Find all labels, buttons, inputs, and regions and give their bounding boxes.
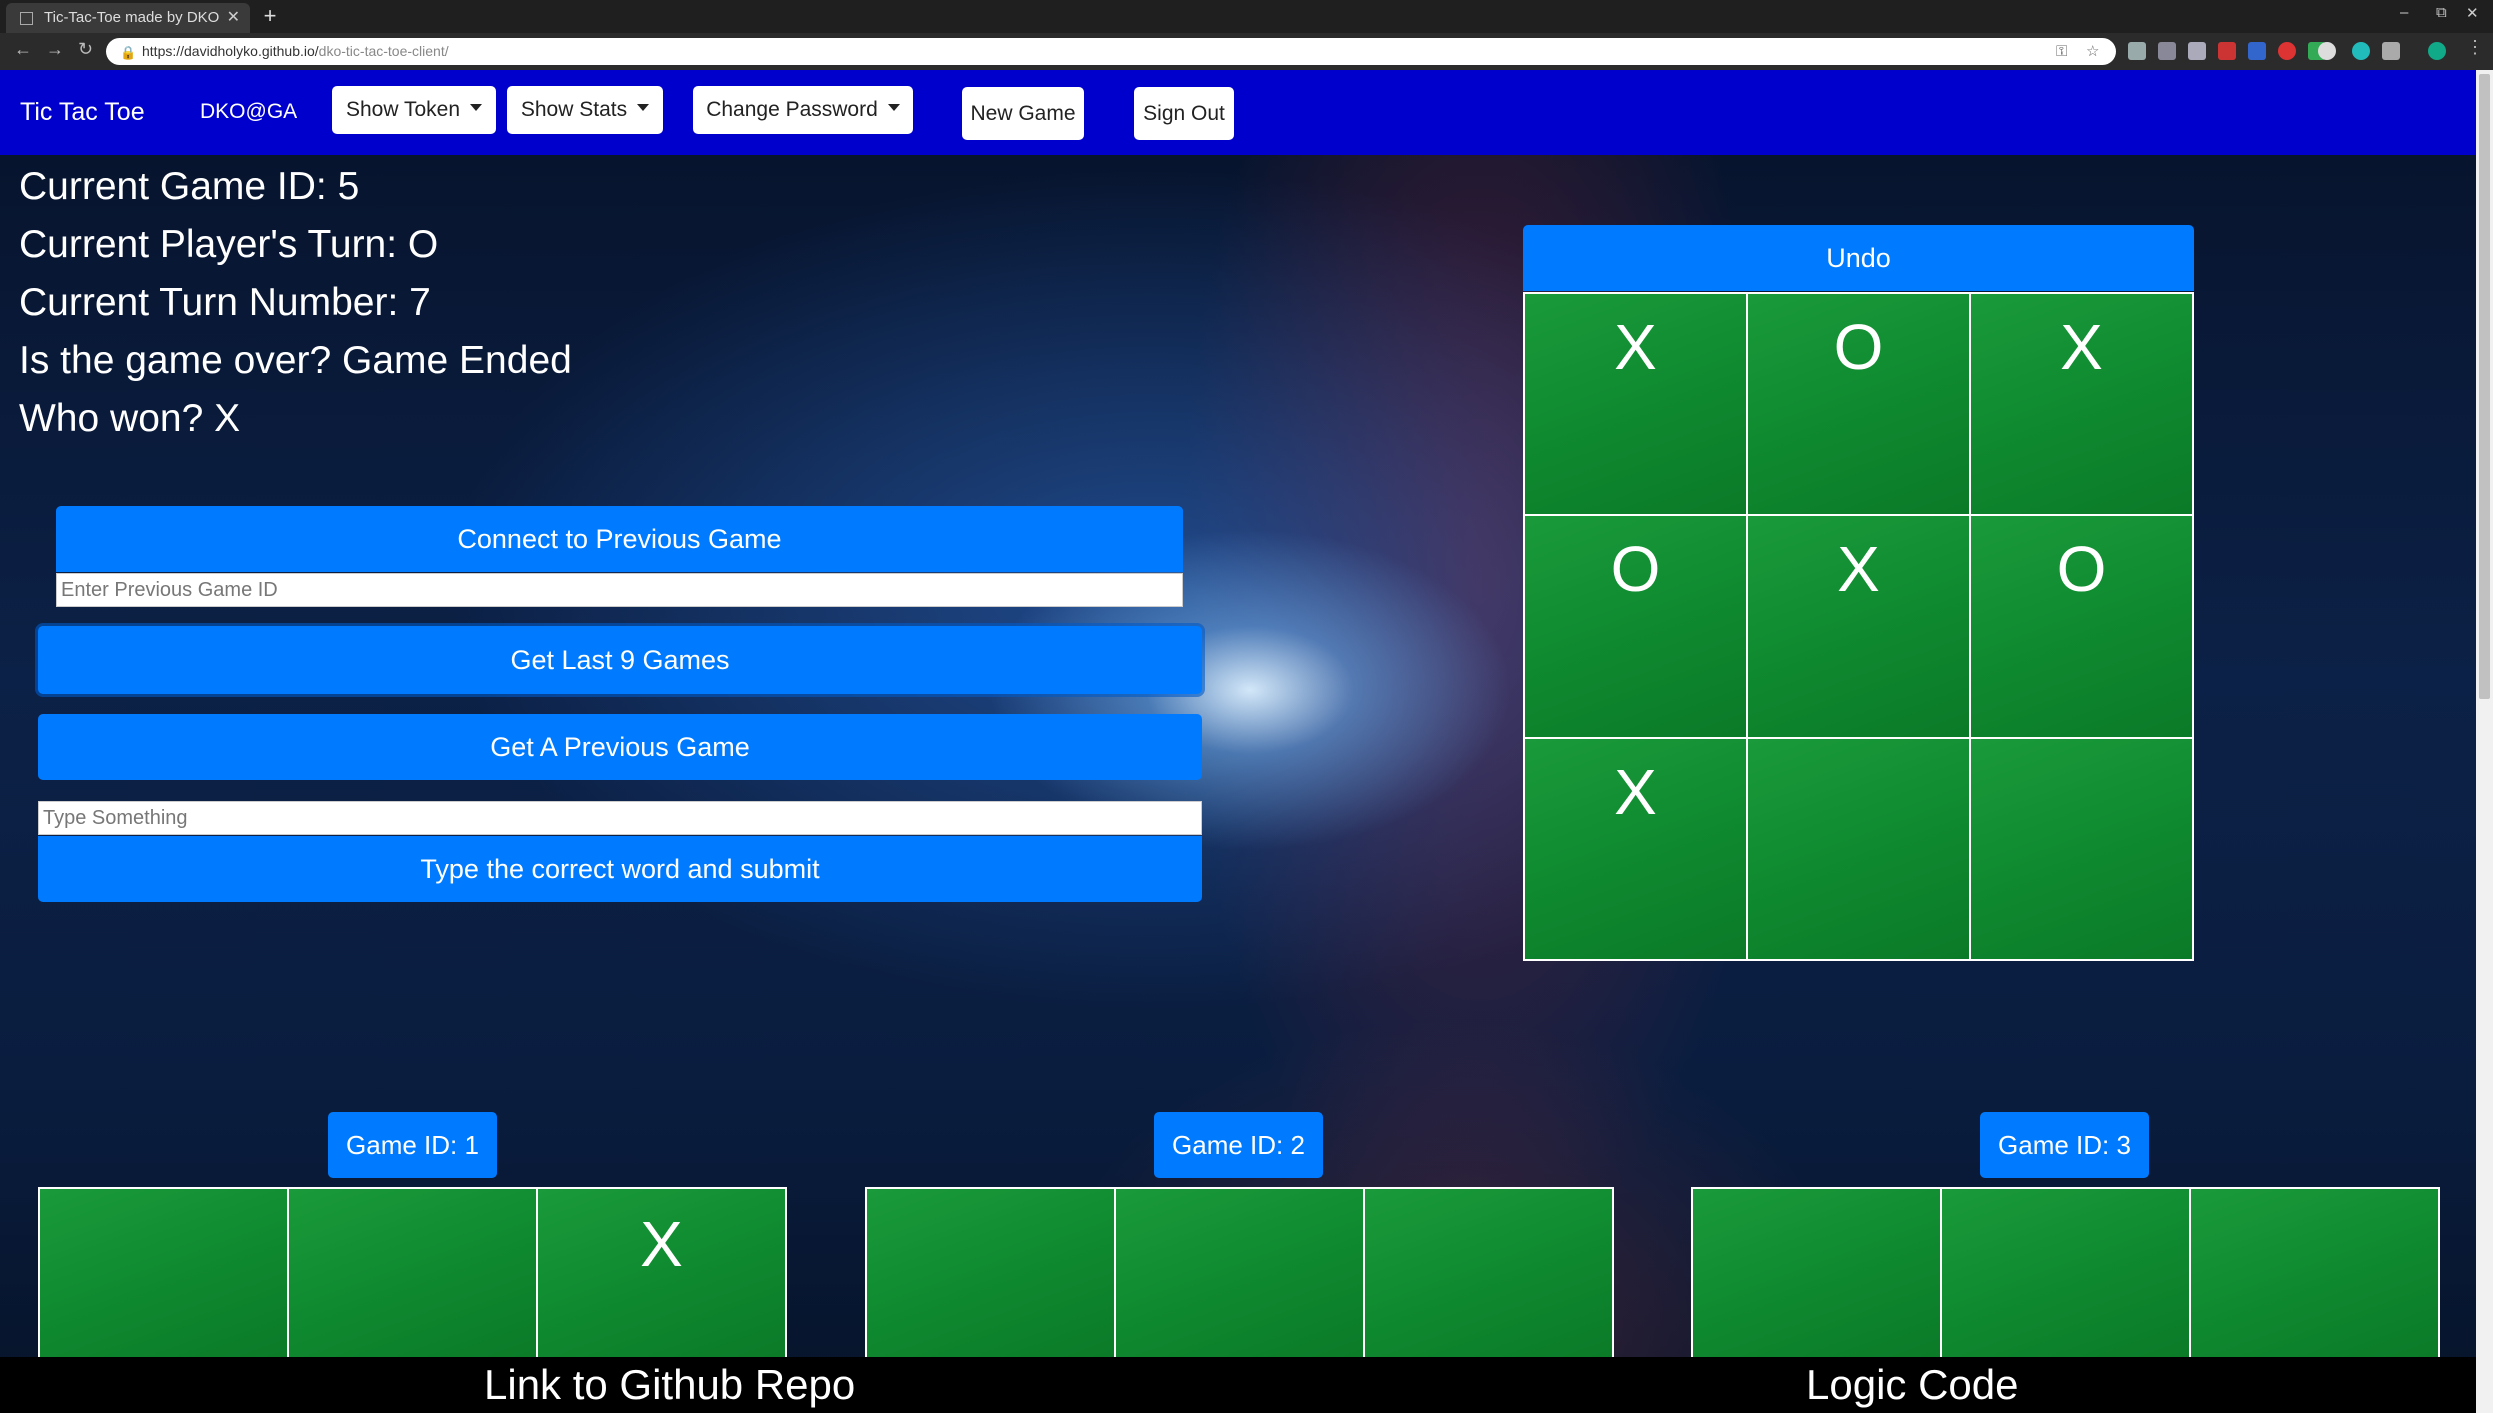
maximize-icon[interactable]: ⧉ <box>2436 4 2447 21</box>
extension-icon[interactable] <box>2278 42 2296 60</box>
scrollbar-thumb[interactable] <box>2479 74 2490 699</box>
submit-word-button[interactable]: Type the correct word and submit <box>38 836 1202 902</box>
new-tab-icon[interactable]: + <box>258 3 282 29</box>
sign-out-button[interactable]: Sign Out <box>1134 87 1234 140</box>
app-navbar: Tic Tac Toe DKO@GA Show Token Show Stats… <box>0 70 2476 155</box>
board-cell[interactable]: O <box>1524 515 1747 738</box>
show-stats-dropdown[interactable]: Show Stats <box>507 86 663 134</box>
logic-code-link[interactable]: Logic Code <box>1806 1361 2018 1409</box>
current-turn-number: Current Turn Number: 7 <box>19 281 431 324</box>
close-window-icon[interactable]: ✕ <box>2466 4 2479 22</box>
address-bar[interactable]: 🔒 https://davidholyko.github.io/dko-tic-… <box>106 38 2116 65</box>
board-cell[interactable] <box>39 1188 288 1361</box>
new-game-button[interactable]: New Game <box>962 87 1084 140</box>
extension-icon[interactable] <box>2158 42 2176 60</box>
browser-tab-strip: Tic-Tac-Toe made by DKO ✕ + – ⧉ ✕ <box>0 0 2493 33</box>
main-game-board: X O X O X O X <box>1523 292 2194 961</box>
previous-game-board-2 <box>865 1187 1614 1362</box>
tab-title: Tic-Tac-Toe made by DKO <box>44 9 220 26</box>
reload-icon[interactable]: ↻ <box>78 39 93 60</box>
url-host: https://davidholyko.github.io/ <box>142 43 319 59</box>
board-cell[interactable] <box>1970 737 2193 960</box>
board-cell[interactable]: X <box>537 1188 786 1361</box>
board-cell[interactable] <box>1692 1188 1941 1361</box>
get-last-9-games-button[interactable]: Get Last 9 Games <box>38 626 1202 694</box>
browser-toolbar: ← → ↻ 🔒 https://davidholyko.github.io/dk… <box>0 33 2493 70</box>
board-cell[interactable] <box>1364 1188 1613 1361</box>
key-icon[interactable]: ⚿ <box>2056 38 2067 65</box>
extension-icon[interactable] <box>2352 42 2370 60</box>
extension-icon[interactable] <box>2128 42 2146 60</box>
footer: Link to Github Repo Logic Code <box>0 1357 2476 1413</box>
url-path: dko-tic-tac-toe-client/ <box>318 43 449 59</box>
board-cell[interactable]: X <box>1970 293 2193 516</box>
profile-avatar[interactable] <box>2428 42 2446 60</box>
brand-title[interactable]: Tic Tac Toe <box>20 98 145 127</box>
favicon-icon <box>20 12 33 25</box>
winner-status: Who won? X <box>19 397 241 440</box>
word-input[interactable] <box>38 801 1202 835</box>
board-cell[interactable] <box>1115 1188 1364 1361</box>
menu-kebab-icon[interactable]: ⋮ <box>2466 37 2484 58</box>
current-player-turn: Current Player's Turn: O <box>19 223 439 266</box>
board-cell[interactable]: X <box>1747 515 1970 738</box>
get-previous-game-button[interactable]: Get A Previous Game <box>38 714 1202 780</box>
tab-close-icon[interactable]: ✕ <box>227 3 240 33</box>
user-label: DKO@GA <box>200 100 298 123</box>
board-cell[interactable]: X <box>1524 737 1747 960</box>
change-password-label: Change Password <box>706 98 878 121</box>
chevron-down-icon <box>470 103 483 111</box>
show-token-label: Show Token <box>345 98 461 121</box>
show-stats-label: Show Stats <box>520 98 628 121</box>
board-cell[interactable] <box>866 1188 1115 1361</box>
previous-game-board-1: X <box>38 1187 787 1362</box>
game-id-3-button[interactable]: Game ID: 3 <box>1980 1112 2149 1178</box>
change-password-dropdown[interactable]: Change Password <box>693 86 913 134</box>
board-cell[interactable] <box>1747 737 1970 960</box>
extension-icon[interactable] <box>2218 42 2236 60</box>
board-cell[interactable] <box>1941 1188 2190 1361</box>
board-cell[interactable]: O <box>1970 515 2193 738</box>
game-over-status: Is the game over? Game Ended <box>19 339 572 382</box>
board-cell[interactable]: O <box>1747 293 1970 516</box>
board-cell[interactable] <box>2190 1188 2439 1361</box>
bookmark-star-icon[interactable]: ☆ <box>2086 38 2099 65</box>
extension-icon[interactable] <box>2318 42 2336 60</box>
game-id-1-button[interactable]: Game ID: 1 <box>328 1112 497 1178</box>
browser-tab[interactable]: Tic-Tac-Toe made by DKO ✕ <box>6 3 250 33</box>
current-game-id: Current Game ID: 5 <box>19 165 360 208</box>
chevron-down-icon <box>637 103 650 111</box>
show-token-dropdown[interactable]: Show Token <box>332 86 496 134</box>
minimize-icon[interactable]: – <box>2400 4 2408 21</box>
extension-icon[interactable] <box>2248 42 2266 60</box>
github-repo-link[interactable]: Link to Github Repo <box>484 1361 855 1409</box>
back-icon[interactable]: ← <box>14 39 32 60</box>
forward-icon[interactable]: → <box>46 39 64 60</box>
page-content: Tic Tac Toe DKO@GA Show Token Show Stats… <box>0 70 2476 1413</box>
board-cell[interactable]: X <box>1524 293 1747 516</box>
extension-icon[interactable] <box>2382 42 2400 60</box>
extension-icon[interactable] <box>2188 42 2206 60</box>
undo-button[interactable]: Undo <box>1523 225 2194 291</box>
board-cell[interactable] <box>288 1188 537 1361</box>
previous-game-id-input[interactable] <box>56 573 1183 607</box>
lock-icon: 🔒 <box>120 45 137 60</box>
game-id-2-button[interactable]: Game ID: 2 <box>1154 1112 1323 1178</box>
previous-game-board-3 <box>1691 1187 2440 1362</box>
chevron-down-icon <box>887 103 900 111</box>
connect-previous-game-button[interactable]: Connect to Previous Game <box>56 506 1183 572</box>
